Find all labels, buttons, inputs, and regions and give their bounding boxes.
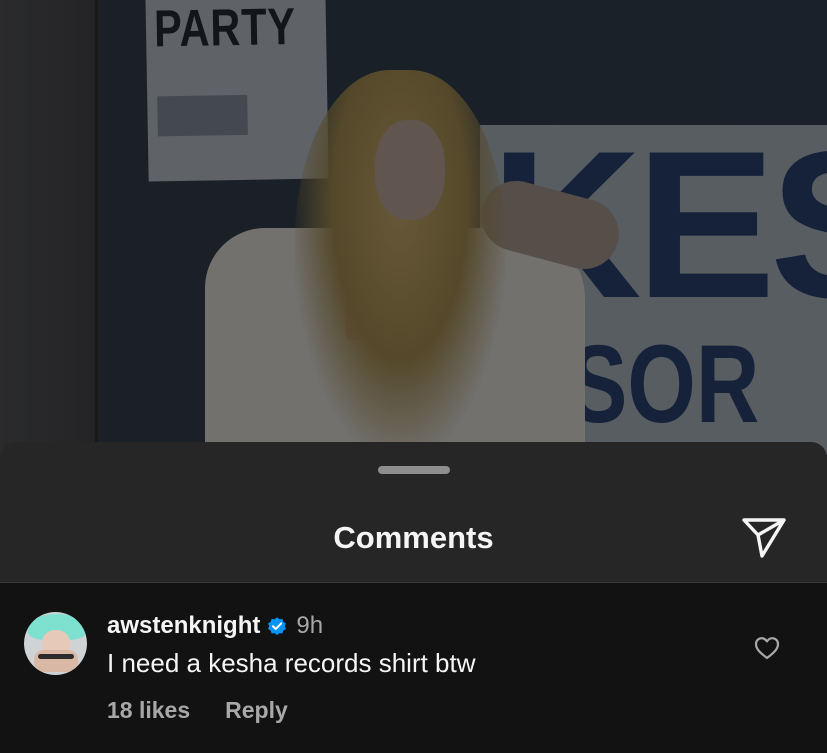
- comment-username[interactable]: awstenknight: [107, 612, 260, 640]
- photo-dim-overlay: [0, 0, 827, 470]
- comment-text: I need a kesha records shirt btw: [107, 648, 476, 678]
- paper-plane-icon: [742, 518, 786, 558]
- avatar-rings: [38, 654, 74, 659]
- reply-button[interactable]: Reply: [225, 697, 288, 724]
- verified-badge-icon: [268, 617, 287, 636]
- like-button[interactable]: [753, 634, 781, 662]
- heart-outline-icon: [754, 637, 780, 660]
- avatar[interactable]: [24, 612, 87, 675]
- sheet-title: Comments: [333, 520, 494, 555]
- likes-count-link[interactable]: 18 likes: [107, 697, 190, 724]
- comment-actions: 18 likes Reply: [107, 697, 288, 724]
- comment-meta: awstenknight 9h: [107, 610, 323, 642]
- sheet-drag-handle[interactable]: [378, 466, 450, 474]
- comment-time: 9h: [296, 612, 324, 639]
- share-button[interactable]: [738, 512, 790, 560]
- post-photo: PARTY KES SSOR: [0, 0, 827, 470]
